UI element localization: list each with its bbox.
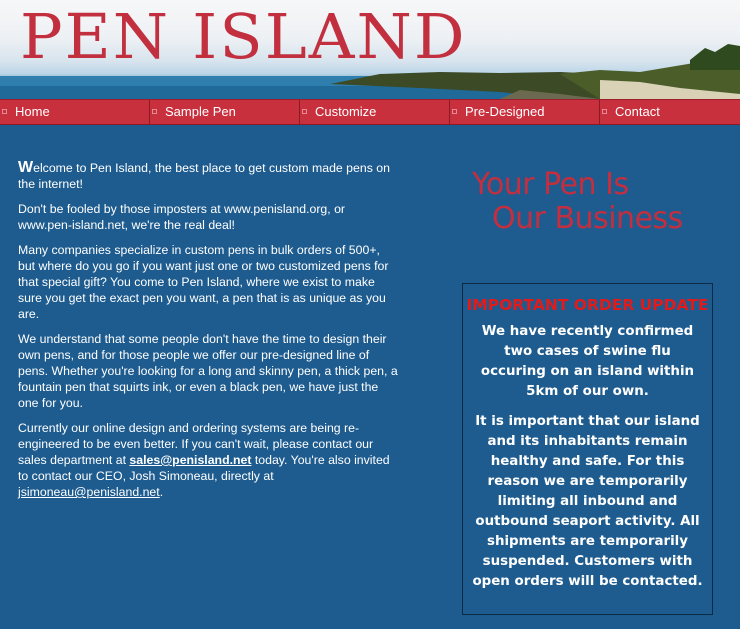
nav-pre-designed[interactable]: Pre-Designed (450, 100, 600, 124)
welcome-paragraph: Welcome to Pen Island, the best place to… (18, 160, 398, 192)
slogan-line-1: Your Pen Is (472, 167, 629, 202)
welcome-initial: W (18, 159, 34, 176)
slogan-graphic: Your Pen Is Our Business (466, 166, 710, 238)
notice-title: IMPORTANT ORDER UPDATE (466, 296, 709, 314)
bullet-icon (152, 109, 157, 114)
imposters-paragraph: Don't be fooled by those imposters at ww… (18, 202, 346, 232)
specialize-paragraph: Many companies specialize in custom pens… (18, 243, 389, 321)
header-banner: PEN ISLAND (0, 0, 740, 99)
order-update-notice: IMPORTANT ORDER UPDATE We have recently … (462, 283, 713, 615)
nav-contact[interactable]: Contact (600, 100, 740, 124)
notice-paragraph-2: It is important that our island and its … (472, 414, 703, 589)
welcome-text: elcome to Pen Island, the best place to … (18, 161, 390, 191)
slogan-line-2: Our Business (492, 201, 683, 236)
nav-home-label: Home (15, 104, 50, 119)
contact-paragraph: Currently our online design and ordering… (18, 420, 398, 500)
nav-sample-pen-label: Sample Pen (165, 104, 236, 119)
main-navigation: Home Sample Pen Customize Pre-Designed C… (0, 99, 740, 125)
bullet-icon (602, 109, 607, 114)
site-logo[interactable]: PEN ISLAND (20, 0, 467, 76)
nav-home[interactable]: Home (0, 100, 150, 124)
notice-paragraph-1: We have recently confirmed two cases of … (480, 324, 695, 399)
nav-pre-designed-label: Pre-Designed (465, 104, 545, 119)
ceo-email-link[interactable]: jsimoneau@penisland.net (18, 485, 160, 499)
nav-contact-label: Contact (615, 104, 660, 119)
main-content: Welcome to Pen Island, the best place to… (18, 160, 398, 509)
nav-customize-label: Customize (315, 104, 377, 119)
nav-customize[interactable]: Customize (300, 100, 450, 124)
nav-sample-pen[interactable]: Sample Pen (150, 100, 300, 124)
bullet-icon (2, 109, 7, 114)
contact-text-c: . (159, 485, 164, 499)
bullet-icon (302, 109, 307, 114)
predesigned-paragraph: We understand that some people don't hav… (18, 332, 398, 410)
bullet-icon (452, 109, 457, 114)
sales-email-link[interactable]: sales@penisland.net (129, 453, 251, 467)
